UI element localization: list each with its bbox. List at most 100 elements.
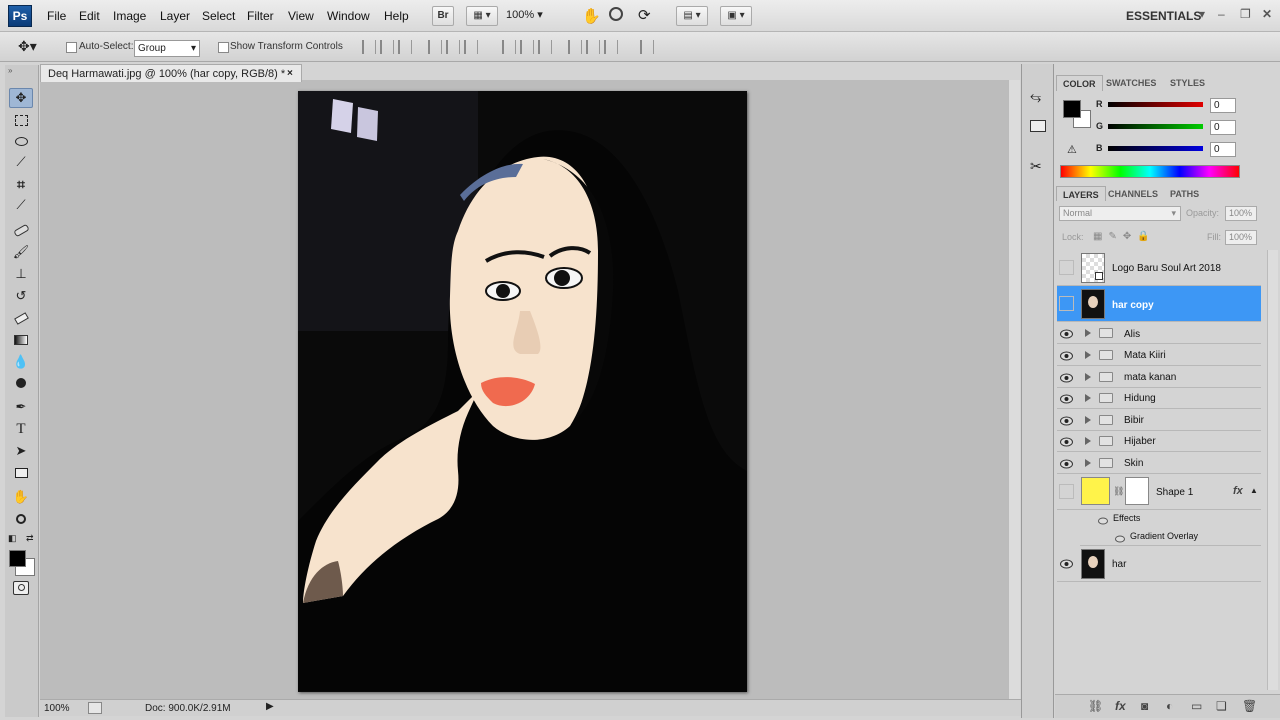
tab-swatches[interactable]: SWATCHES [1100, 75, 1162, 91]
workspace-switcher[interactable]: ESSENTIALS [1126, 9, 1201, 23]
type-tool-icon[interactable]: T [9, 419, 33, 439]
distribute-right-icon[interactable] [604, 40, 618, 54]
hand-tool-icon[interactable]: ✋ [582, 7, 601, 25]
path-selection-tool-icon[interactable]: ➤ [9, 441, 33, 461]
bridge-button[interactable]: Br [432, 6, 454, 26]
eye-icon[interactable] [1098, 514, 1108, 528]
gradient-tool-icon[interactable] [9, 330, 33, 350]
arrange-documents-button[interactable]: ▤ ▾ [676, 6, 708, 26]
view-extras-button[interactable]: ▦ ▾ [466, 6, 498, 26]
document-tab[interactable]: Deq Harmawati.jpg @ 100% (har copy, RGB/… [40, 64, 302, 82]
fx-icon[interactable]: fx [1233, 485, 1243, 497]
distribute-bottom-icon[interactable] [538, 40, 552, 54]
eye-icon[interactable] [1115, 532, 1125, 546]
eye-icon[interactable] [1060, 350, 1073, 362]
blue-slider[interactable] [1108, 146, 1203, 151]
menu-edit[interactable]: Edit [79, 9, 100, 23]
tab-styles[interactable]: STYLES [1164, 75, 1211, 91]
move-tool-icon[interactable]: ✥ [9, 88, 33, 108]
vertical-scrollbar[interactable] [1008, 80, 1020, 700]
menu-select[interactable]: Select [202, 9, 235, 23]
distribute-top-icon[interactable] [502, 40, 516, 54]
auto-select-checkbox[interactable] [66, 42, 77, 53]
screen-mode-button[interactable]: ▣ ▾ [720, 6, 752, 26]
adjustment-layer-icon[interactable]: ◐ [1166, 699, 1173, 713]
brush-tool-icon[interactable]: 🖌 [9, 242, 33, 262]
visibility-toggle[interactable] [1059, 484, 1074, 499]
fill-field[interactable]: 100% [1225, 230, 1257, 245]
eye-icon[interactable] [1060, 458, 1073, 470]
move-tool-preset-icon[interactable]: ✥▾ [18, 38, 37, 55]
status-zoom[interactable]: 100% [44, 703, 70, 714]
minimize-icon[interactable]: – [1218, 7, 1225, 21]
tab-close-icon[interactable]: × [287, 68, 293, 79]
align-hcenter-icon[interactable] [446, 40, 460, 54]
link-layers-icon[interactable]: ⛓ [1088, 699, 1103, 713]
actions-panel-icon[interactable] [1030, 120, 1046, 132]
menu-help[interactable]: Help [384, 9, 409, 23]
visibility-toggle[interactable] [1059, 260, 1074, 275]
artwork-canvas[interactable] [298, 91, 747, 692]
history-brush-tool-icon[interactable]: ↺ [9, 286, 33, 306]
visibility-toggle[interactable] [1059, 296, 1074, 311]
align-top-icon[interactable] [362, 40, 376, 54]
blue-value-field[interactable]: 0 [1210, 142, 1236, 157]
crop-tool-icon[interactable]: ⌗ [9, 174, 33, 194]
status-preview-icon[interactable] [88, 702, 102, 714]
expand-arrow-icon[interactable] [1085, 437, 1091, 445]
expand-arrow-icon[interactable] [1085, 394, 1091, 402]
expand-arrow-icon[interactable] [1085, 459, 1091, 467]
eye-icon[interactable] [1060, 558, 1073, 570]
new-layer-icon[interactable]: ❏ [1216, 699, 1227, 713]
green-value-field[interactable]: 0 [1210, 120, 1236, 135]
link-icon[interactable]: ⛓ [1113, 486, 1124, 497]
collapse-arrows-icon[interactable]: » [8, 66, 12, 75]
lasso-tool-icon[interactable] [9, 131, 33, 151]
blur-tool-icon[interactable]: 💧 [9, 352, 33, 372]
eye-icon[interactable] [1060, 372, 1073, 384]
eye-icon[interactable] [1060, 393, 1073, 405]
align-vcenter-icon[interactable] [380, 40, 394, 54]
foreground-color-swatch[interactable] [9, 550, 26, 567]
align-bottom-icon[interactable] [398, 40, 412, 54]
new-group-icon[interactable]: ▭ [1191, 699, 1202, 713]
expand-arrow-icon[interactable] [1085, 416, 1091, 424]
lock-icons[interactable]: ▦✎✥🔒 [1093, 231, 1156, 242]
rotate-view-icon[interactable]: ⟳ [638, 6, 651, 24]
hand-tool-icon[interactable]: ✋ [9, 487, 33, 507]
expand-arrow-icon[interactable] [1085, 351, 1091, 359]
add-mask-icon[interactable]: ◙ [1141, 699, 1148, 713]
zoom-level-select[interactable]: 100% ▾ [506, 8, 543, 21]
status-menu-arrow-icon[interactable]: ▶ [266, 701, 274, 712]
pen-tool-icon[interactable]: ✒ [9, 397, 33, 417]
tools-presets-icon[interactable]: ✂ [1030, 158, 1042, 175]
red-value-field[interactable]: 0 [1210, 98, 1236, 113]
auto-select-dropdown[interactable]: Group ▾ [134, 40, 200, 57]
blend-mode-select[interactable]: Normal ▾ [1059, 206, 1181, 221]
menu-file[interactable]: File [47, 9, 66, 23]
tab-paths[interactable]: PATHS [1164, 186, 1205, 202]
swap-colors-icon[interactable]: ⇄ [26, 533, 34, 544]
align-right-icon[interactable] [464, 40, 478, 54]
add-style-icon[interactable]: fx [1115, 699, 1126, 713]
menu-window[interactable]: Window [327, 9, 370, 23]
gamut-warning-icon[interactable]: ⚠ [1067, 143, 1077, 156]
zoom-tool-icon[interactable] [9, 509, 33, 529]
menu-view[interactable]: View [288, 9, 314, 23]
history-panel-icon[interactable]: ⥃ [1030, 88, 1041, 105]
layers-scrollbar[interactable] [1267, 250, 1278, 690]
menu-image[interactable]: Image [113, 9, 146, 23]
eye-icon[interactable] [1060, 328, 1073, 340]
opacity-field[interactable]: 100% [1225, 206, 1257, 221]
expand-arrow-icon[interactable] [1085, 329, 1091, 337]
dodge-tool-icon[interactable] [9, 373, 33, 393]
expand-arrow-icon[interactable] [1085, 373, 1091, 381]
healing-brush-tool-icon[interactable] [9, 220, 33, 240]
color-spectrum-ramp[interactable] [1060, 165, 1240, 178]
eraser-tool-icon[interactable] [9, 308, 33, 328]
tab-channels[interactable]: CHANNELS [1102, 186, 1164, 202]
eye-icon[interactable] [1060, 436, 1073, 448]
tab-color[interactable]: COLOR [1056, 75, 1103, 91]
quick-selection-tool-icon[interactable]: ⟋ [9, 152, 33, 172]
delete-layer-icon[interactable]: 🗑 [1242, 699, 1257, 713]
